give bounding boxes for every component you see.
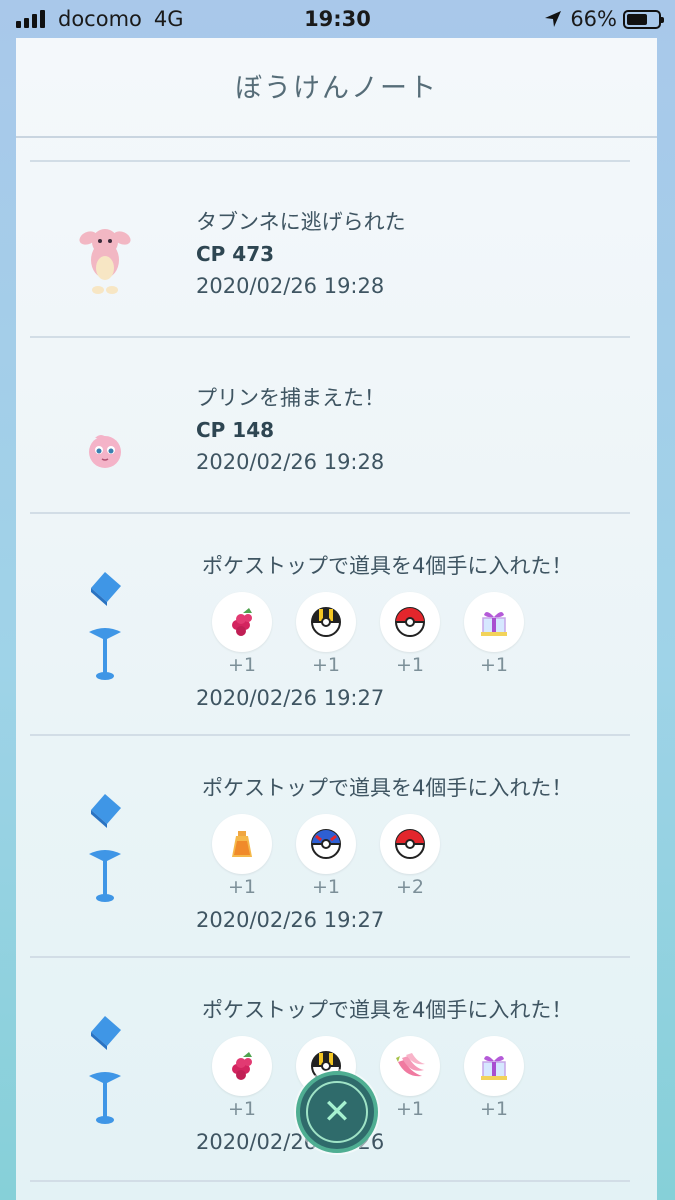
- entry-title: ポケストップで道具を4個手に入れた！: [202, 776, 573, 800]
- item-count: +1: [395, 654, 424, 676]
- razz-berry-icon: [212, 1036, 272, 1096]
- journal-entry[interactable]: ポケストップで道具を4個手に入れた！ +1 +1: [30, 736, 630, 956]
- nanab-berry-icon: [380, 1036, 440, 1096]
- entry-title: ポケストップで道具を4個手に入れた！: [202, 998, 573, 1022]
- item-count: +1: [227, 654, 256, 676]
- location-arrow-icon: [545, 11, 562, 27]
- entry-date: 2020/02/26 19:27: [196, 908, 385, 932]
- razz-berry-icon: [212, 592, 272, 652]
- entry-cp: CP 473: [196, 242, 275, 266]
- item-count: +2: [395, 876, 424, 898]
- entry-title: プリンを捕まえた！: [196, 386, 385, 410]
- item-list: +1 +1 +2: [200, 814, 572, 898]
- item-count: +1: [479, 654, 508, 676]
- pokestop-icon: [30, 566, 180, 686]
- entry-title: ポケストップで道具を4個手に入れた！: [202, 554, 573, 578]
- journal-header: ぼうけんノート: [16, 38, 657, 138]
- item-reward: +2: [368, 814, 452, 898]
- pokestop-icon: [30, 1010, 180, 1130]
- item-reward: +1: [284, 814, 368, 898]
- great-ball-icon: [296, 814, 356, 874]
- gift-icon: [464, 1036, 524, 1096]
- item-list: +1 +1 +1: [200, 592, 572, 676]
- jigglypuff-icon: [30, 430, 180, 470]
- battery-icon: [623, 9, 664, 29]
- entry-title: タブンネに逃げられた: [196, 210, 406, 234]
- poke-ball-icon: [380, 814, 440, 874]
- journal-list[interactable]: タブンネに逃げられた CP 473 2020/02/26 19:28 プリンを捕…: [30, 160, 630, 1182]
- potion-icon: [212, 814, 272, 874]
- item-reward: +1: [368, 592, 452, 676]
- page-title: ぼうけんノート: [235, 72, 438, 104]
- ultra-ball-icon: [296, 592, 356, 652]
- item-reward: +1: [200, 814, 284, 898]
- item-count: +1: [311, 654, 340, 676]
- item-reward: +1: [452, 592, 536, 676]
- entry-date: 2020/02/26 19:27: [196, 686, 385, 710]
- pokestop-icon: [30, 788, 180, 908]
- item-reward: +1: [200, 1036, 284, 1120]
- audino-icon: [30, 220, 180, 296]
- divider: [30, 1180, 630, 1182]
- item-reward: +1: [452, 1036, 536, 1120]
- item-count: +1: [227, 1098, 256, 1120]
- item-count: +1: [479, 1098, 508, 1120]
- entry-cp: CP 148: [196, 418, 275, 442]
- battery-percent: 66%: [570, 7, 617, 31]
- item-reward: +1: [284, 592, 368, 676]
- status-bar: docomo 4G 19:30 66%: [0, 0, 675, 38]
- gift-icon: [464, 592, 524, 652]
- close-icon: ✕: [306, 1081, 368, 1143]
- journal-entry[interactable]: タブンネに逃げられた CP 473 2020/02/26 19:28: [30, 162, 630, 336]
- entry-date: 2020/02/26 19:28: [196, 450, 385, 474]
- journal-entry[interactable]: ポケストップで道具を4個手に入れた！ +1 +1: [30, 514, 630, 734]
- item-count: +1: [395, 1098, 424, 1120]
- item-count: +1: [311, 876, 340, 898]
- journal-sheet: ぼうけんノート タブンネに逃げられた CP 473 2020/02/26 19:…: [16, 38, 657, 1200]
- item-count: +1: [227, 876, 256, 898]
- close-button[interactable]: ✕: [296, 1071, 378, 1153]
- journal-entry[interactable]: プリンを捕まえた！ CP 148 2020/02/26 19:28: [30, 338, 630, 512]
- entry-date: 2020/02/26 19:28: [196, 274, 385, 298]
- poke-ball-icon: [380, 592, 440, 652]
- item-reward: +1: [200, 592, 284, 676]
- item-reward: +1: [368, 1036, 452, 1120]
- item-list: +1 +1 +1: [200, 1036, 572, 1120]
